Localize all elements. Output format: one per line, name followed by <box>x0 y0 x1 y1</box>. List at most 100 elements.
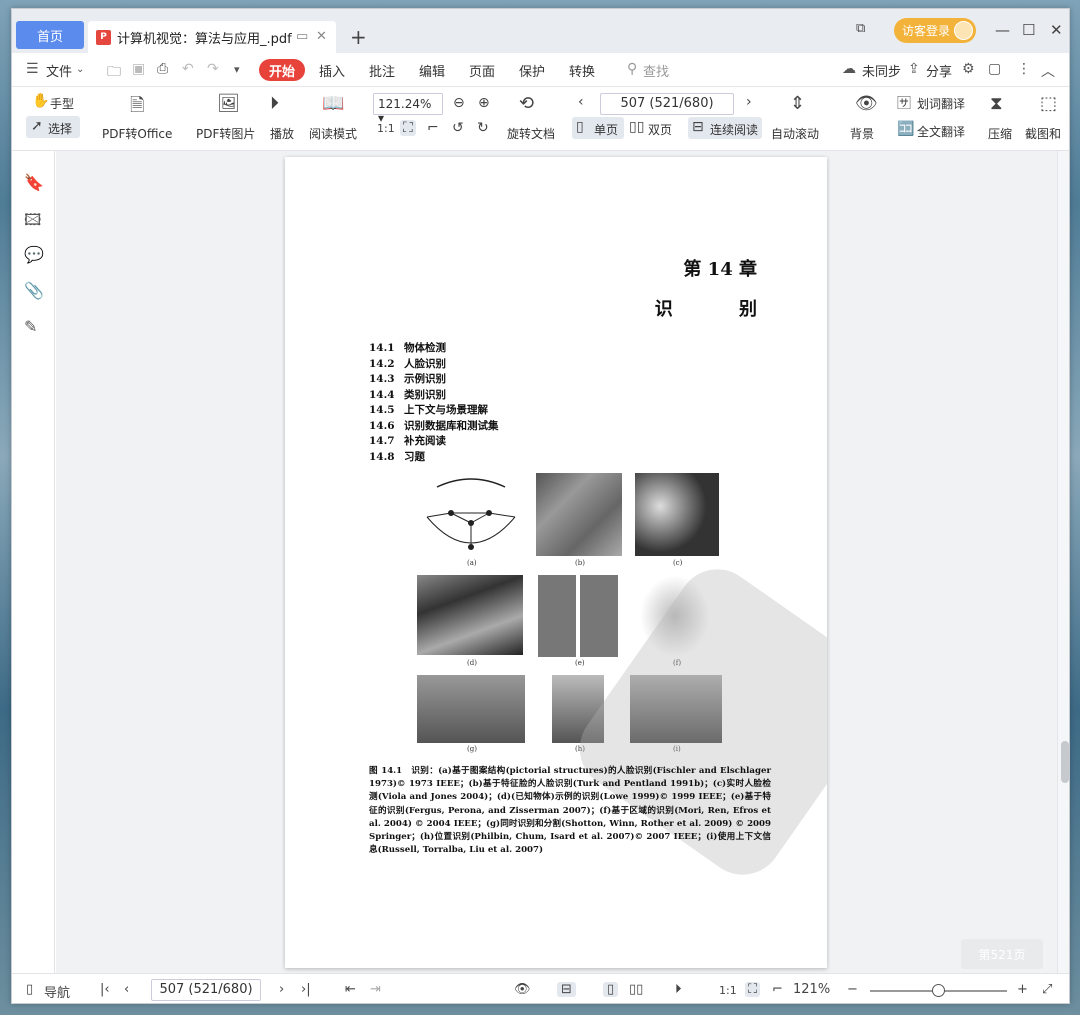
auto-scroll-button[interactable]: 自动滚动 <box>771 125 819 142</box>
continuous-read-button[interactable]: ⊟ 连续阅读 <box>688 117 762 139</box>
menu-edit[interactable]: 编辑 <box>419 61 445 80</box>
status-page-input[interactable]: 507 (521/680) <box>151 979 261 1001</box>
toc-item[interactable]: 14.1 物体检测 <box>369 341 499 357</box>
toc-item[interactable]: 14.2 人脸识别 <box>369 357 499 373</box>
toc-item[interactable]: 14.7 补充阅读 <box>369 434 499 450</box>
page-input[interactable]: 507 (521/680) <box>600 93 734 115</box>
close-window-icon[interactable]: ✕ <box>1050 21 1063 39</box>
forward-icon[interactable]: ⇥ <box>370 982 381 997</box>
nav-panel-icon[interactable]: ▯ <box>26 982 33 997</box>
nav-button[interactable]: 导航 <box>44 982 70 1001</box>
zoom-out-icon[interactable]: ⊖ <box>453 95 465 111</box>
toc-item[interactable]: 14.3 示例识别 <box>369 372 499 388</box>
actual-size-icon[interactable]: 1:1 <box>719 984 737 997</box>
back-icon[interactable]: ⇤ <box>345 982 356 997</box>
vertical-scrollbar[interactable] <box>1057 151 1069 973</box>
bookmark-icon[interactable]: 🔖 <box>24 173 44 192</box>
tab-home[interactable]: 首页 <box>16 21 84 49</box>
pdf-to-office-button[interactable]: PDF转Office <box>102 125 172 142</box>
menu-insert[interactable]: 插入 <box>319 61 345 80</box>
toc-item[interactable]: 14.8 习题 <box>369 450 499 466</box>
first-page-icon[interactable]: |‹ <box>100 982 110 997</box>
menu-page[interactable]: 页面 <box>469 61 495 80</box>
prev-page-icon[interactable]: ‹ <box>578 94 584 110</box>
menu-convert[interactable]: 转换 <box>569 61 595 80</box>
toc-item[interactable]: 14.4 类别识别 <box>369 388 499 404</box>
hamburger-icon[interactable]: ☰ <box>26 61 39 77</box>
tab-document[interactable]: P 计算机视觉：算法与应用_.pdf ▭ ✕ <box>88 21 336 53</box>
signature-icon[interactable]: ✎ <box>24 317 37 336</box>
search-field[interactable]: 查找 <box>643 61 669 80</box>
rotate-left-icon[interactable]: ↺ <box>452 120 464 136</box>
play-button[interactable]: 播放 <box>270 125 294 142</box>
menu-file[interactable]: 文件 <box>46 61 72 80</box>
pdf-to-image-button[interactable]: PDF转图片 <box>196 125 255 142</box>
actual-size-icon[interactable]: 1:1 <box>377 122 395 135</box>
read-mode-button[interactable]: 阅读模式 <box>309 125 357 142</box>
document-viewer[interactable]: 第 14 章 识 别 14.1 物体检测 14.2 人脸识别 14.3 示例识别 14… <box>56 151 1057 973</box>
fit-page-icon[interactable]: ⛶ <box>400 120 416 136</box>
scrollbar-thumb[interactable] <box>1061 741 1069 783</box>
thumbnail-icon[interactable]: 🖾 <box>24 209 41 236</box>
toc-item[interactable]: 14.6 识别数据库和测试集 <box>369 419 499 435</box>
new-tab-button[interactable]: + <box>350 25 367 49</box>
feedback-icon[interactable]: ▢ <box>988 61 1001 77</box>
menu-start[interactable]: 开始 <box>259 59 305 81</box>
save-icon[interactable]: ▣ <box>132 61 145 77</box>
share-button[interactable]: 分享 <box>926 61 952 80</box>
zoom-in-icon[interactable]: ⊕ <box>478 95 490 111</box>
zoom-select[interactable]: 121.24% ▾ <box>373 93 443 125</box>
zoom-out-icon[interactable]: − <box>847 982 858 997</box>
zoom-in-icon[interactable]: + <box>1017 982 1028 997</box>
next-page-icon[interactable]: › <box>279 982 284 997</box>
open-folder-icon[interactable]: 🗀 <box>107 61 121 85</box>
search-icon[interactable]: ⚲ <box>627 61 637 77</box>
word-translate-button[interactable]: 划词翻译 <box>917 95 965 112</box>
collapse-ribbon-icon[interactable]: ︿ <box>1041 61 1055 81</box>
continuous-view-icon[interactable]: ⊟ <box>557 982 576 997</box>
last-page-icon[interactable]: ›| <box>301 982 311 997</box>
single-page-button[interactable]: ▯ 单页 <box>572 117 624 139</box>
figure-label: (c) <box>673 559 683 567</box>
settings-icon[interactable]: ⚙ <box>962 61 975 77</box>
select-tool[interactable]: ➚ 选择 <box>26 116 80 138</box>
next-page-icon[interactable]: › <box>746 94 752 110</box>
attachment-icon[interactable]: 📎 <box>24 281 44 300</box>
play-icon[interactable]: ⏵ <box>675 982 682 997</box>
hand-tool[interactable]: 手型 <box>50 95 74 112</box>
comment-icon[interactable]: 💬 <box>24 245 44 264</box>
more-dropdown-icon[interactable]: ▾ <box>234 63 240 76</box>
fit-page-icon[interactable]: ⛶ <box>745 982 761 997</box>
fullscreen-icon[interactable]: ⤢ <box>1042 982 1052 997</box>
sync-status[interactable]: 未同步 <box>862 61 901 80</box>
redo-icon[interactable]: ↷ <box>207 61 219 77</box>
status-zoom-select[interactable]: 121% <box>793 982 830 997</box>
fit-width-icon[interactable]: ⌐ <box>427 120 439 136</box>
background-button[interactable]: 背景 <box>850 125 874 142</box>
menu-annotate[interactable]: 批注 <box>369 61 395 80</box>
fit-width-icon[interactable]: ⌐ <box>772 982 783 997</box>
guest-login-button[interactable]: 访客登录 <box>894 18 976 43</box>
double-view-icon[interactable]: ▯▯ <box>629 982 643 997</box>
rotate-doc-button[interactable]: 旋转文档 <box>507 125 555 142</box>
screenshot-button[interactable]: 截图和 <box>1025 125 1061 142</box>
pin-icon[interactable]: ▭ <box>296 29 308 44</box>
full-translate-button[interactable]: 全文翻译 <box>917 123 965 140</box>
rotate-right-icon[interactable]: ↻ <box>477 120 489 136</box>
window-list-icon[interactable]: ⧉ <box>856 21 865 36</box>
double-page-button[interactable]: 双页 <box>648 121 672 138</box>
eye-protection-icon[interactable]: 👁 <box>514 982 531 997</box>
minimize-icon[interactable]: — <box>995 21 1010 39</box>
more-icon[interactable]: ⋮ <box>1017 61 1031 77</box>
menu-protect[interactable]: 保护 <box>519 61 545 80</box>
single-view-icon[interactable]: ▯ <box>603 982 619 997</box>
prev-page-icon[interactable]: ‹ <box>124 982 129 997</box>
toc-item[interactable]: 14.5 上下文与场景理解 <box>369 403 499 419</box>
chevron-down-icon[interactable]: ⌄ <box>76 64 84 75</box>
close-tab-icon[interactable]: ✕ <box>316 29 327 44</box>
maximize-icon[interactable]: ☐ <box>1022 21 1035 39</box>
compress-button[interactable]: 压缩 <box>988 125 1012 142</box>
undo-icon[interactable]: ↶ <box>182 61 194 77</box>
print-icon[interactable]: ⎙ <box>157 61 168 77</box>
zoom-slider-handle[interactable] <box>932 984 945 997</box>
